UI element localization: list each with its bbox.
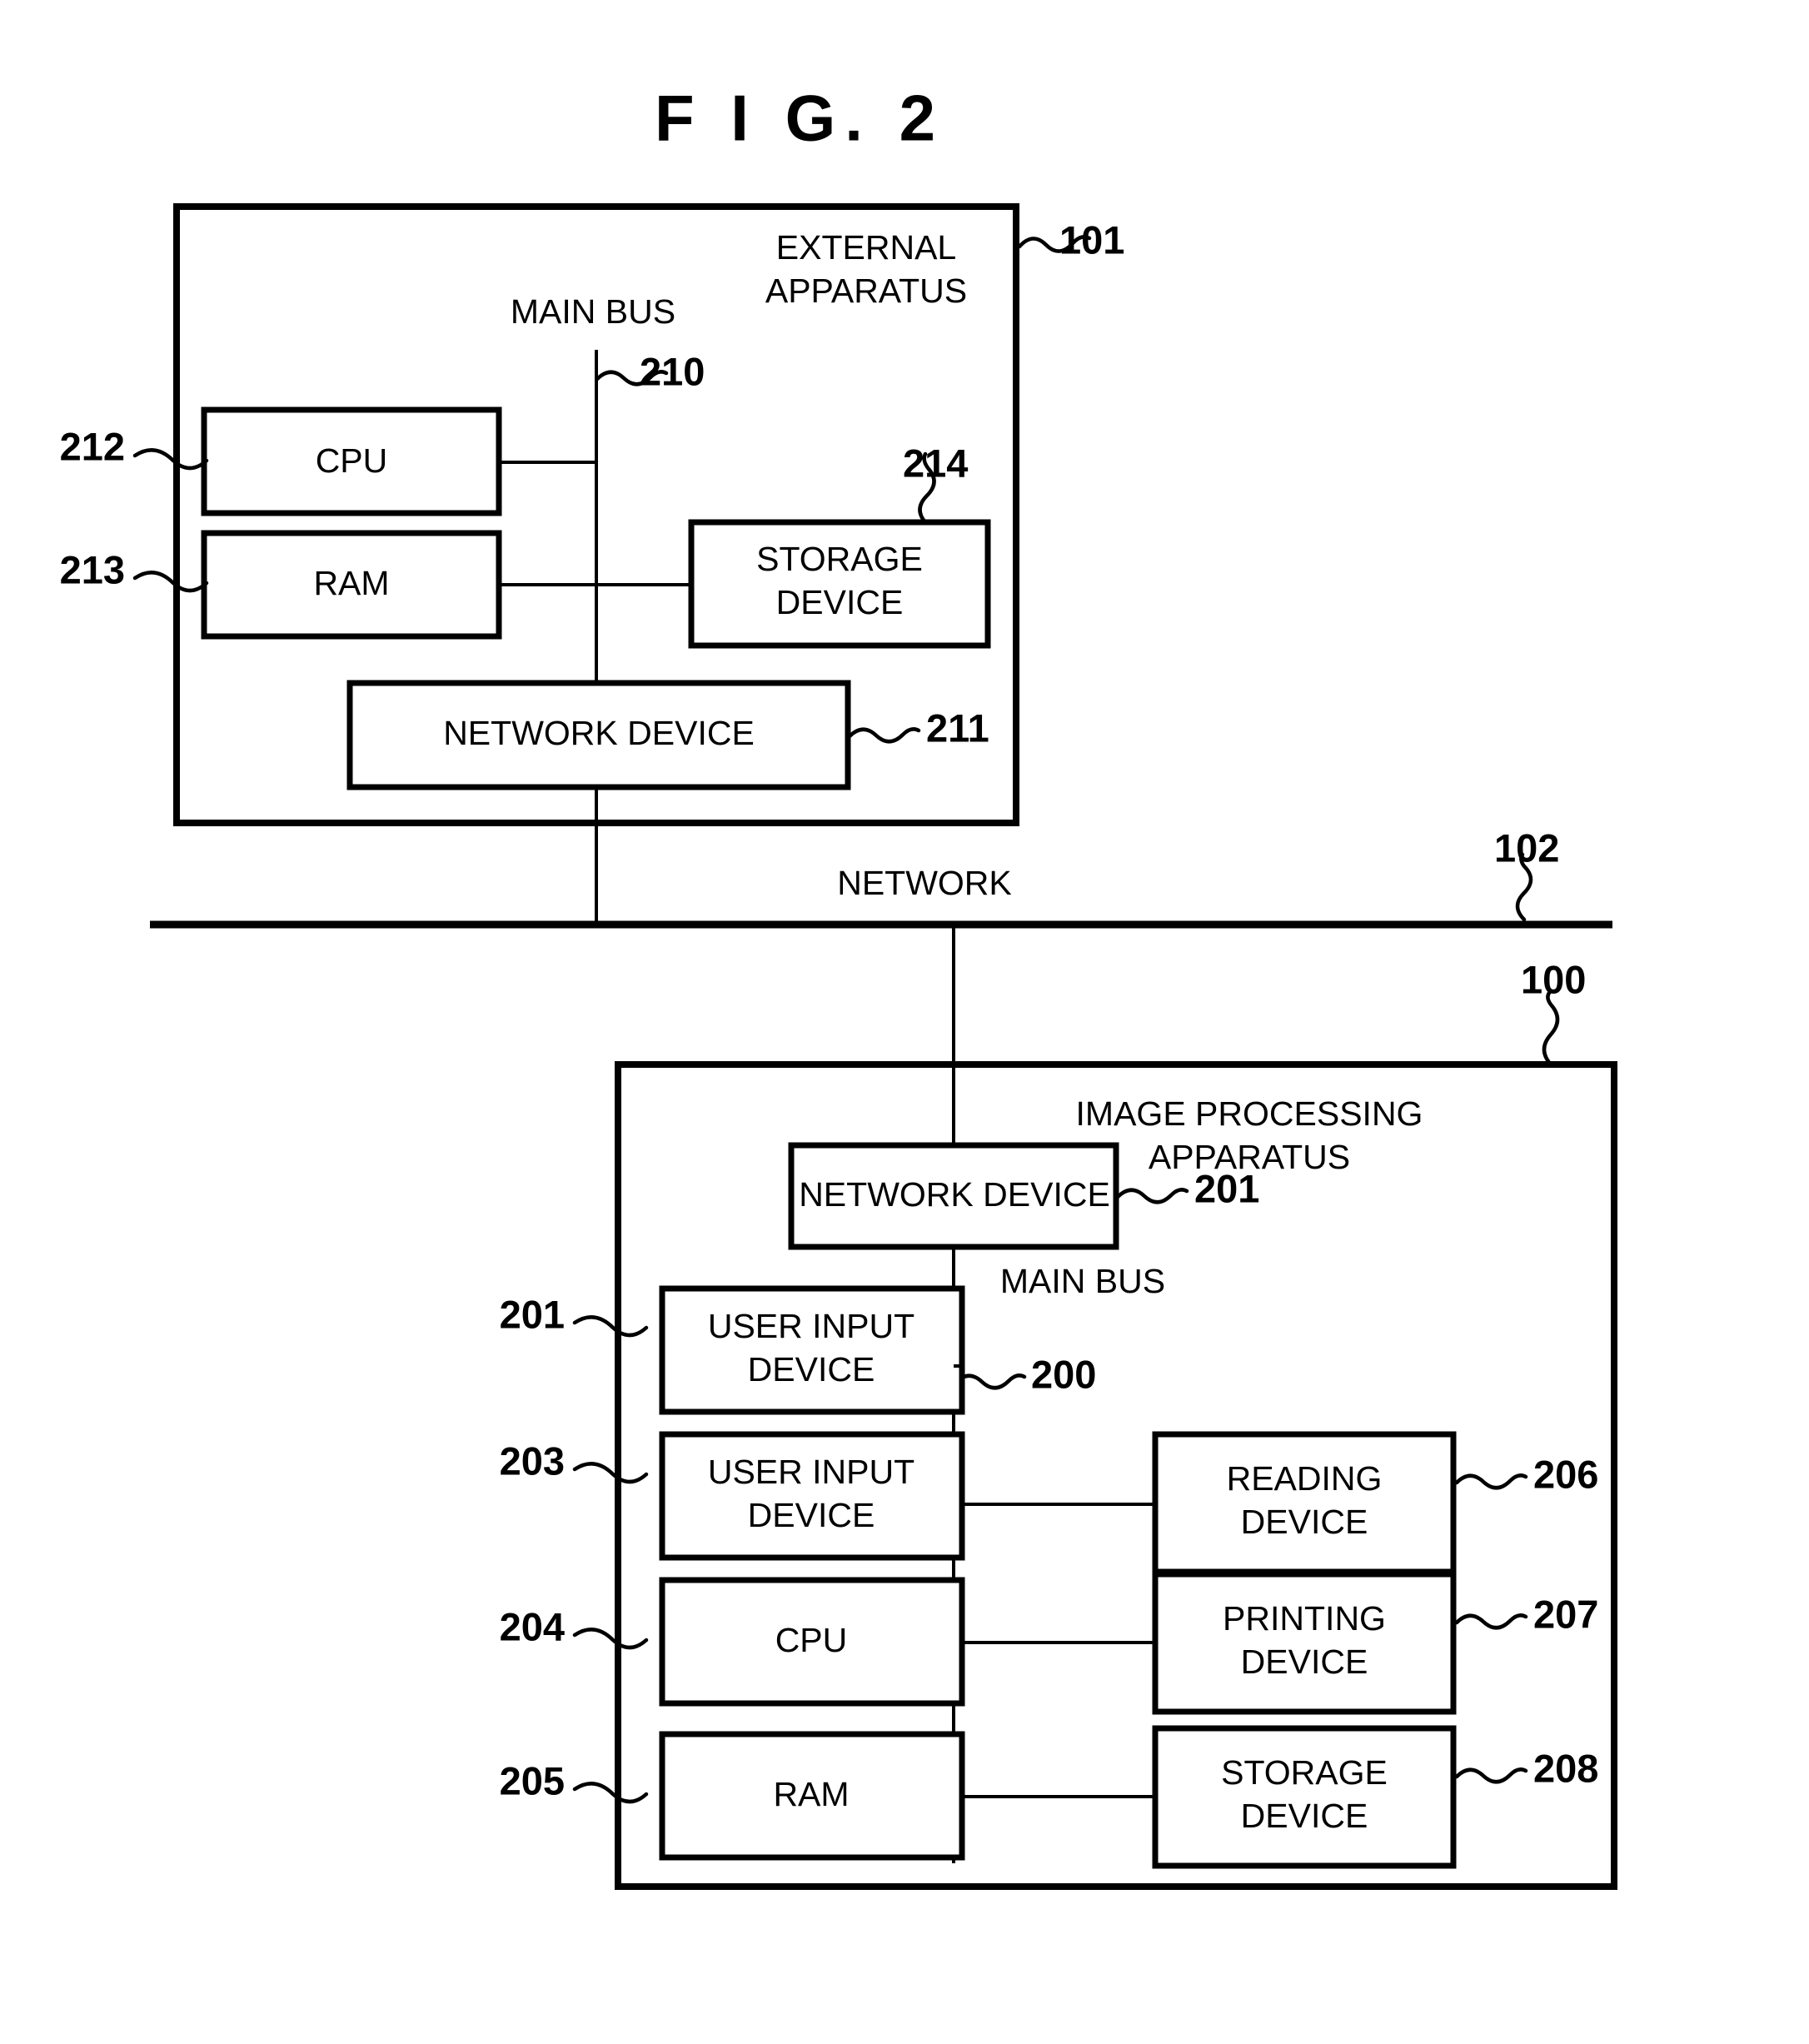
ref-203-leader: [572, 1462, 649, 1484]
block-storage-device-214-label-line2: DEVICE: [776, 583, 904, 621]
ref-200-leader: [953, 1373, 1027, 1390]
block-reading-device-206-label-line1: READING: [1227, 1459, 1383, 1498]
external-apparatus-title-line2: APPARATUS: [765, 272, 967, 310]
block-network-device-211-label: NETWORK DEVICE: [443, 714, 755, 752]
ref-204: 204: [500, 1604, 565, 1648]
ref-208-leader: [1454, 1767, 1528, 1784]
ref-204-leader: [572, 1628, 649, 1650]
ref-201-network-device: 201: [1194, 1166, 1259, 1210]
block-user-input-device-201-label-line1: USER INPUT: [708, 1307, 914, 1345]
ref-211-leader: [847, 727, 921, 744]
block-printing-device-207-label-line2: DEVICE: [1241, 1643, 1368, 1681]
image-processing-apparatus-title-line1: IMAGE PROCESSING: [1076, 1094, 1423, 1133]
block-reading-device-206-label-line2: DEVICE: [1241, 1503, 1368, 1541]
block-user-input-device-201-label-line2: DEVICE: [748, 1350, 875, 1388]
figure-page: F I G. 2 EXTERNAL APPARATUS 101 MAIN BUS…: [0, 0, 1809, 2044]
block-ram-205-label: RAM: [773, 1775, 849, 1813]
ref-203: 203: [500, 1438, 565, 1483]
block-user-input-device-203-label-line1: USER INPUT: [708, 1453, 914, 1491]
ref-201-user-input-device: 201: [500, 1292, 565, 1336]
block-cpu-212-label: CPU: [316, 441, 388, 480]
block-storage-device-208-label-line2: DEVICE: [1241, 1797, 1368, 1835]
ref-213-leader: [132, 571, 209, 593]
block-storage-device-208-label-line1: STORAGE: [1221, 1753, 1388, 1792]
ref-100-leader: [1542, 990, 1560, 1067]
ref-201a-leader: [1115, 1188, 1189, 1204]
ref-101: 101: [1059, 217, 1124, 262]
ref-206: 206: [1533, 1452, 1598, 1496]
block-user-input-device-203-label-line2: DEVICE: [748, 1496, 875, 1534]
block-printing-device-207-label-line1: PRINTING: [1223, 1599, 1386, 1638]
ref-205-leader: [572, 1782, 649, 1804]
ref-213: 213: [60, 547, 125, 591]
ref-207: 207: [1533, 1592, 1598, 1636]
ref-102: 102: [1494, 825, 1559, 870]
ref-207-leader: [1454, 1613, 1528, 1630]
figure-title: F I G. 2: [655, 82, 944, 155]
bottom-main-bus-label: MAIN BUS: [1000, 1262, 1165, 1300]
ref-208: 208: [1533, 1746, 1598, 1790]
block-cpu-204-label: CPU: [775, 1621, 848, 1659]
figure-canvas: F I G. 2 EXTERNAL APPARATUS 101 MAIN BUS…: [60, 82, 1617, 1890]
ref-200: 200: [1031, 1352, 1096, 1396]
ref-205: 205: [500, 1758, 565, 1802]
block-network-device-201-label: NETWORK DEVICE: [799, 1175, 1110, 1214]
ref-210: 210: [640, 349, 705, 393]
ref-206-leader: [1454, 1473, 1528, 1490]
ref-214: 214: [903, 441, 968, 485]
top-main-bus-label: MAIN BUS: [511, 292, 675, 331]
ref-211: 211: [926, 705, 989, 750]
ref-201b-leader: [572, 1315, 649, 1338]
network-label: NETWORK: [837, 864, 1012, 902]
ref-212: 212: [60, 424, 125, 468]
external-apparatus-title-line1: EXTERNAL: [776, 228, 956, 267]
block-storage-device-214-label-line1: STORAGE: [756, 540, 923, 578]
ref-212-leader: [132, 448, 209, 471]
ref-100: 100: [1521, 957, 1586, 1001]
block-ram-213-label: RAM: [313, 564, 389, 602]
